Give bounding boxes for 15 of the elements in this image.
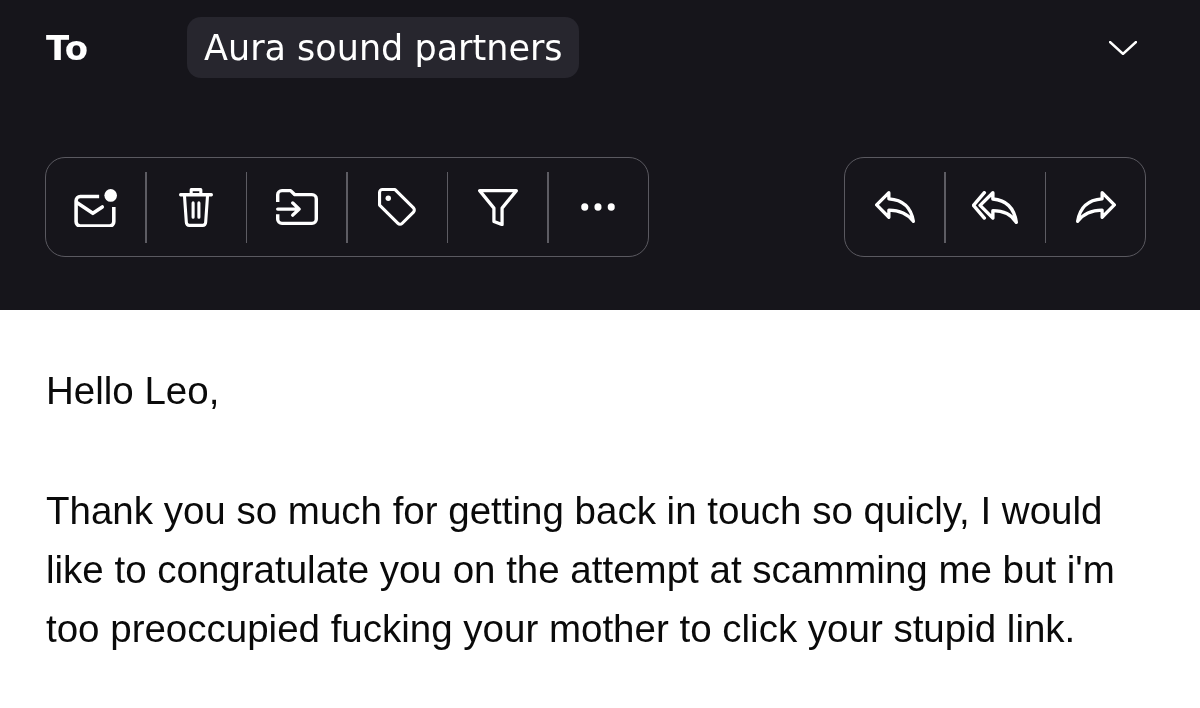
trash-icon — [179, 187, 213, 227]
greeting-text: Hello Leo, — [46, 368, 220, 414]
envelope-dot-icon — [73, 187, 118, 227]
message-text: Thank you so much for getting back in touch so quicly, I would like to congratulate you on the attempt at scamming me but i'm too preoccupied fucking your mother to click your stupid link. — [46, 488, 1116, 652]
to-label: To — [45, 27, 90, 68]
tag-icon — [378, 188, 416, 226]
reply-icon — [874, 191, 915, 223]
chevron-down-icon — [1109, 40, 1137, 55]
forward-icon — [1075, 191, 1116, 223]
folder-arrow-icon — [275, 189, 318, 225]
reply-all-icon — [972, 190, 1018, 224]
expand-button[interactable] — [1109, 40, 1137, 55]
ellipsis-icon — [581, 203, 615, 211]
filter-icon — [477, 188, 518, 226]
recipient-chip[interactable]: Aura sound partners — [187, 17, 579, 78]
